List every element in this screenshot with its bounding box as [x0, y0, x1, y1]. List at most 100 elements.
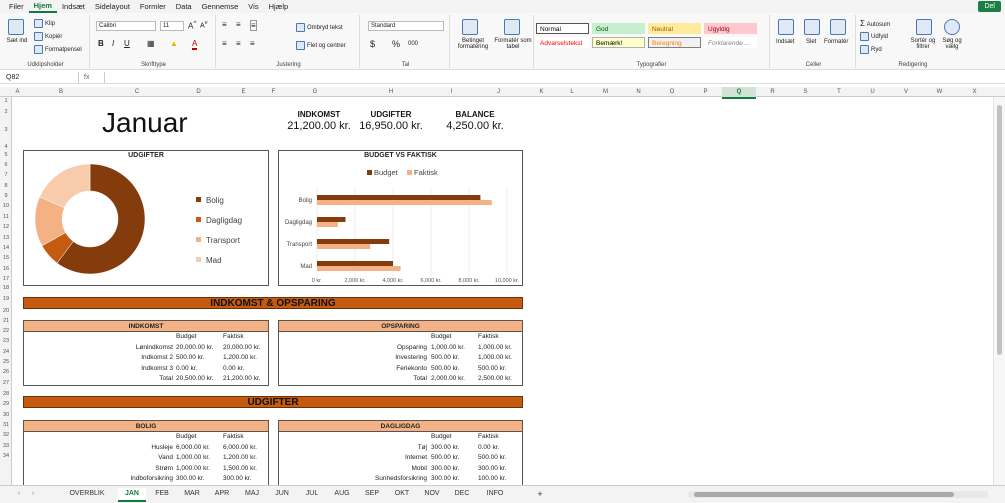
clear-button[interactable]: Ryd [860, 45, 882, 54]
number-format-select[interactable]: Standard [368, 21, 444, 31]
align-center-icon[interactable]: ≡ [236, 39, 241, 48]
font-color-button[interactable]: A [192, 39, 198, 50]
row-header-1[interactable]: 1 [0, 98, 12, 104]
horizontal-scrollbar[interactable] [688, 491, 988, 498]
row-header-34[interactable]: 34 [0, 453, 12, 459]
column-header-g[interactable]: G [282, 87, 348, 97]
delete-cells-button[interactable]: Slet [806, 39, 816, 45]
style-2[interactable]: Neutral [648, 23, 701, 34]
paste-button[interactable]: Sæt ind [6, 38, 28, 44]
horizontal-scroll-thumb[interactable] [694, 492, 954, 497]
column-header-c[interactable]: C [99, 87, 175, 97]
format-as-table-button[interactable]: Formatér som tabel [494, 38, 532, 50]
format-cells-button[interactable]: Formatér [824, 39, 848, 45]
column-header-i[interactable]: I [434, 87, 469, 97]
row-header-14[interactable]: 14 [0, 245, 12, 251]
style-3[interactable]: Ugyldig [704, 23, 757, 34]
column-header-f[interactable]: F [265, 87, 282, 97]
sheet-tab-info[interactable]: INFO [478, 488, 512, 500]
font-name-select[interactable]: Calibri [96, 21, 156, 31]
column-header-b[interactable]: B [23, 87, 99, 97]
column-header-v[interactable]: V [889, 87, 923, 97]
style-7[interactable]: Forklarende ... [704, 37, 757, 48]
row-header-3[interactable]: 3 [0, 127, 12, 133]
row-header-31[interactable]: 31 [0, 422, 12, 428]
row-header-8[interactable]: 8 [0, 183, 12, 189]
insert-cells-button[interactable]: Indsæt [776, 39, 794, 45]
align-left-icon[interactable]: ≡ [222, 39, 227, 48]
sheet-tab-jul[interactable]: JUL [298, 488, 326, 500]
align-bottom-icon[interactable]: ≡ [250, 20, 257, 31]
shrink-font-button[interactable]: Av [200, 20, 208, 29]
row-header-19[interactable]: 19 [0, 296, 12, 302]
prev-sheet-icon[interactable]: ‹ [14, 488, 24, 500]
merge-center-button[interactable]: Flet og centrer [296, 41, 346, 50]
column-header-j[interactable]: J [469, 87, 528, 97]
row-header-28[interactable]: 28 [0, 391, 12, 397]
row-header-4[interactable]: 4 [0, 144, 12, 150]
font-size-select[interactable]: 11 [160, 21, 184, 31]
column-header-r[interactable]: R [756, 87, 789, 97]
row-header-29[interactable]: 29 [0, 401, 12, 407]
style-0[interactable]: Normal [536, 23, 589, 34]
bold-button[interactable]: B [98, 39, 104, 48]
row-header-13[interactable]: 13 [0, 235, 12, 241]
sheet-tab-jun[interactable]: JUN [268, 488, 296, 500]
row-header-2[interactable]: 2 [0, 109, 12, 115]
row-header-20[interactable]: 20 [0, 308, 12, 314]
row-header-10[interactable]: 10 [0, 203, 12, 209]
menu-sidelayout[interactable]: Sidelayout [90, 0, 135, 13]
currency-button[interactable]: $ [370, 39, 375, 49]
row-header-18[interactable]: 18 [0, 285, 12, 291]
row-header-32[interactable]: 32 [0, 432, 12, 438]
row-header-9[interactable]: 9 [0, 193, 12, 199]
share-button[interactable]: Del [978, 1, 1001, 12]
underline-button[interactable]: U [124, 39, 130, 48]
sheet-tab-jan[interactable]: JAN [118, 488, 146, 502]
column-header-s[interactable]: S [789, 87, 822, 97]
fx-icon[interactable]: fx [84, 72, 89, 83]
row-header-15[interactable]: 15 [0, 255, 12, 261]
expenses-chart[interactable]: UDGIFTER Bolig Dagligdag Transport Mad [23, 150, 269, 286]
row-header-6[interactable]: 6 [0, 162, 12, 168]
row-header-23[interactable]: 23 [0, 338, 12, 344]
add-sheet-button[interactable]: + [534, 488, 546, 500]
row-header-11[interactable]: 11 [0, 214, 12, 220]
menu-filer[interactable]: Filer [4, 0, 29, 13]
column-header-p[interactable]: P [689, 87, 722, 97]
column-header-h[interactable]: H [348, 87, 434, 97]
column-header-n[interactable]: N [622, 87, 655, 97]
budget-chart[interactable]: BUDGET VS FAKTISK 0 kr. 2,000 kr. 4,000 kr… [278, 150, 523, 286]
sheet-tab-overblik[interactable]: OVERBLIK [58, 488, 116, 500]
style-4[interactable]: Advarselstekst [536, 37, 589, 48]
find-select-button[interactable]: Søg og vælg [938, 38, 966, 50]
row-header-33[interactable]: 33 [0, 443, 12, 449]
wrap-text-button[interactable]: Ombryd tekst [296, 23, 343, 32]
row-header-5[interactable]: 5 [0, 152, 12, 158]
name-box[interactable]: Q82 [3, 72, 79, 83]
column-header-w[interactable]: W [923, 87, 956, 97]
border-button[interactable]: ▦ [147, 39, 155, 48]
conditional-format-button[interactable]: Betinget formatering [454, 38, 492, 50]
menu-hjælp[interactable]: Hjælp [264, 0, 294, 13]
sheet-tab-sep[interactable]: SEP [358, 488, 386, 500]
row-header-22[interactable]: 22 [0, 328, 12, 334]
percent-button[interactable]: % [392, 39, 400, 49]
sheet-tab-apr[interactable]: APR [208, 488, 236, 500]
align-top-icon[interactable]: ≡ [222, 20, 227, 29]
align-right-icon[interactable]: ≡ [250, 39, 255, 48]
sort-filter-button[interactable]: Sortér og filtrer [908, 38, 938, 50]
sheet-tab-feb[interactable]: FEB [148, 488, 176, 500]
formula-input[interactable] [104, 72, 984, 83]
worksheet[interactable]: Januar INDKOMST 21,200.00 kr. UDGIFTER 1… [12, 97, 993, 485]
row-header-21[interactable]: 21 [0, 318, 12, 324]
cut-button[interactable]: Klip [34, 19, 55, 28]
copy-button[interactable]: Kopiér [34, 32, 62, 41]
vertical-scroll-thumb[interactable] [997, 105, 1002, 355]
italic-button[interactable]: I [112, 39, 114, 48]
row-header-30[interactable]: 30 [0, 412, 12, 418]
sheet-tab-nov[interactable]: NOV [418, 488, 446, 500]
sheet-tab-maj[interactable]: MAJ [238, 488, 266, 500]
column-header-e[interactable]: E [222, 87, 265, 97]
column-header-o[interactable]: O [655, 87, 689, 97]
